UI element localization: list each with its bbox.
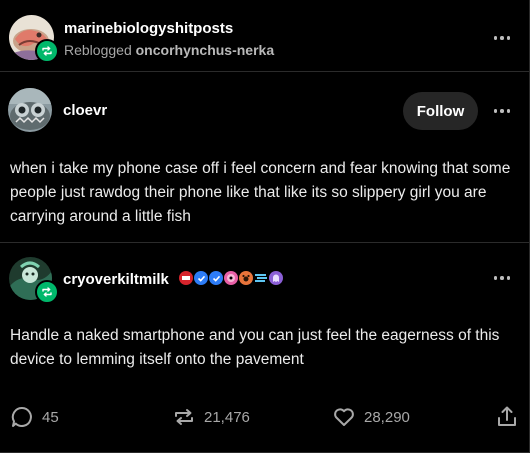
reblogged-prefix: Reblogged (64, 42, 132, 58)
reblogged-from-line: Reblogged oncorhynchus-nerka (64, 42, 274, 58)
more-options-icon (493, 109, 498, 113)
reply-icon (11, 406, 32, 427)
reblogged-from-link[interactable]: oncorhynchus-nerka (136, 42, 274, 58)
divider (0, 71, 529, 72)
paw-badge-icon (239, 271, 253, 285)
reblog-icon (42, 46, 52, 56)
sticker-badge-icon (179, 271, 193, 285)
reply-button[interactable]: 45 (10, 402, 59, 432)
reblog-icon (42, 287, 52, 297)
streamer-badge-icon (254, 271, 268, 285)
heart-icon (334, 408, 354, 426)
reply-count: 45 (42, 408, 59, 426)
more-options-button[interactable] (490, 101, 514, 121)
reblogger-username[interactable]: marinebiologyshitposts (64, 20, 233, 37)
verified-badge-icon (194, 271, 208, 285)
reblogged-post-card: marinebiologyshitposts Reblogged oncorhy… (0, 0, 530, 453)
follow-button[interactable]: Follow (403, 92, 478, 130)
reblog-button[interactable]: 21,476 (172, 402, 250, 432)
reblog-badge (35, 280, 59, 304)
like-button[interactable]: 28,290 (332, 402, 410, 432)
more-options-icon (493, 36, 498, 40)
like-count: 28,290 (364, 408, 410, 426)
ghost-badge-icon (269, 271, 283, 285)
cloevr-avatar[interactable] (8, 88, 52, 132)
share-icon (498, 406, 516, 426)
user-badges (179, 270, 283, 286)
post-author-username[interactable]: cloevr (63, 102, 107, 119)
share-button[interactable] (496, 402, 518, 432)
more-options-button[interactable] (490, 268, 514, 288)
reblog-count-icon (175, 409, 193, 425)
post-body-text: when i take my phone case off i feel con… (10, 160, 511, 225)
post-author-username[interactable]: cryoverkiltmilk (63, 271, 169, 288)
reblog-count: 21,476 (204, 408, 250, 426)
more-options-icon (493, 276, 498, 280)
more-options-button[interactable] (490, 28, 514, 48)
verified-badge-icon (209, 271, 223, 285)
reblog-badge (35, 39, 59, 63)
donut-badge-icon (224, 271, 238, 285)
divider (0, 242, 529, 243)
post-body-text: Handle a naked smartphone and you can ju… (10, 327, 500, 368)
